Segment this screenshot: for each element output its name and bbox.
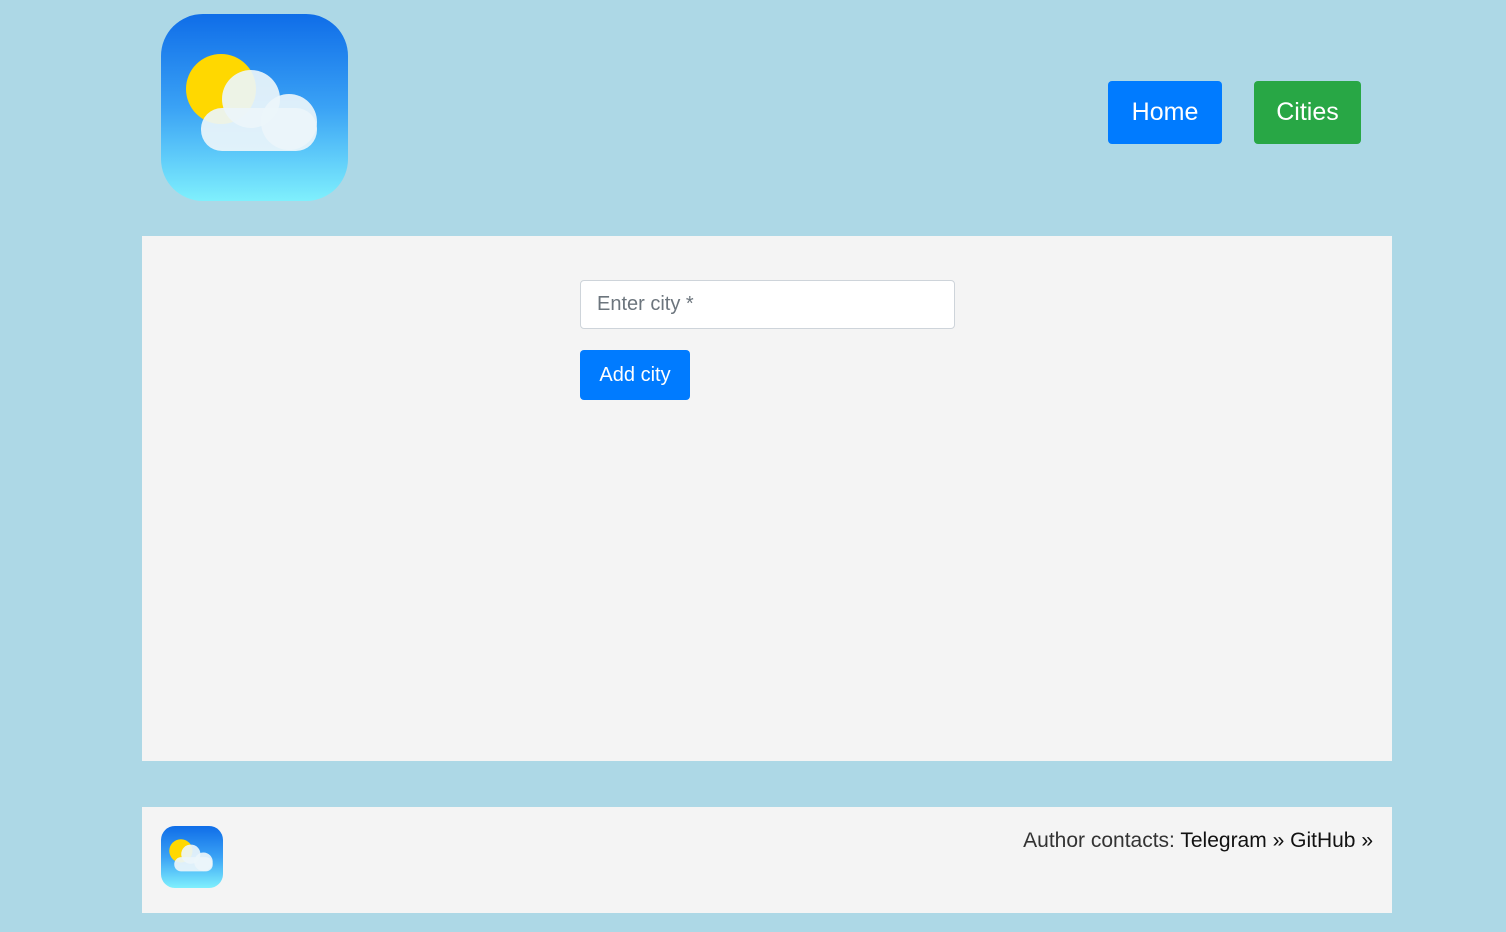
author-contacts: Author contacts: Telegram » GitHub » [1023,829,1373,853]
weather-sun-cloud-icon [161,14,348,201]
weather-sun-cloud-icon [161,826,223,888]
footer: Author contacts: Telegram » GitHub » [142,807,1392,913]
telegram-link-label: Telegram [1180,829,1267,852]
home-button[interactable]: Home [1108,81,1222,144]
github-arrow: » [1361,829,1373,852]
cities-button[interactable]: Cities [1254,81,1361,144]
github-link-label: GitHub [1290,829,1356,852]
telegram-arrow: » [1272,829,1285,852]
github-link[interactable]: GitHub » [1290,829,1373,852]
app-logo[interactable] [161,14,348,201]
city-input[interactable] [580,280,955,329]
add-city-button[interactable]: Add city [580,350,690,400]
author-contacts-label: Author contacts: [1023,829,1175,852]
main-content: Add city [142,236,1392,761]
footer-logo [161,826,223,888]
telegram-link[interactable]: Telegram » [1180,829,1284,852]
